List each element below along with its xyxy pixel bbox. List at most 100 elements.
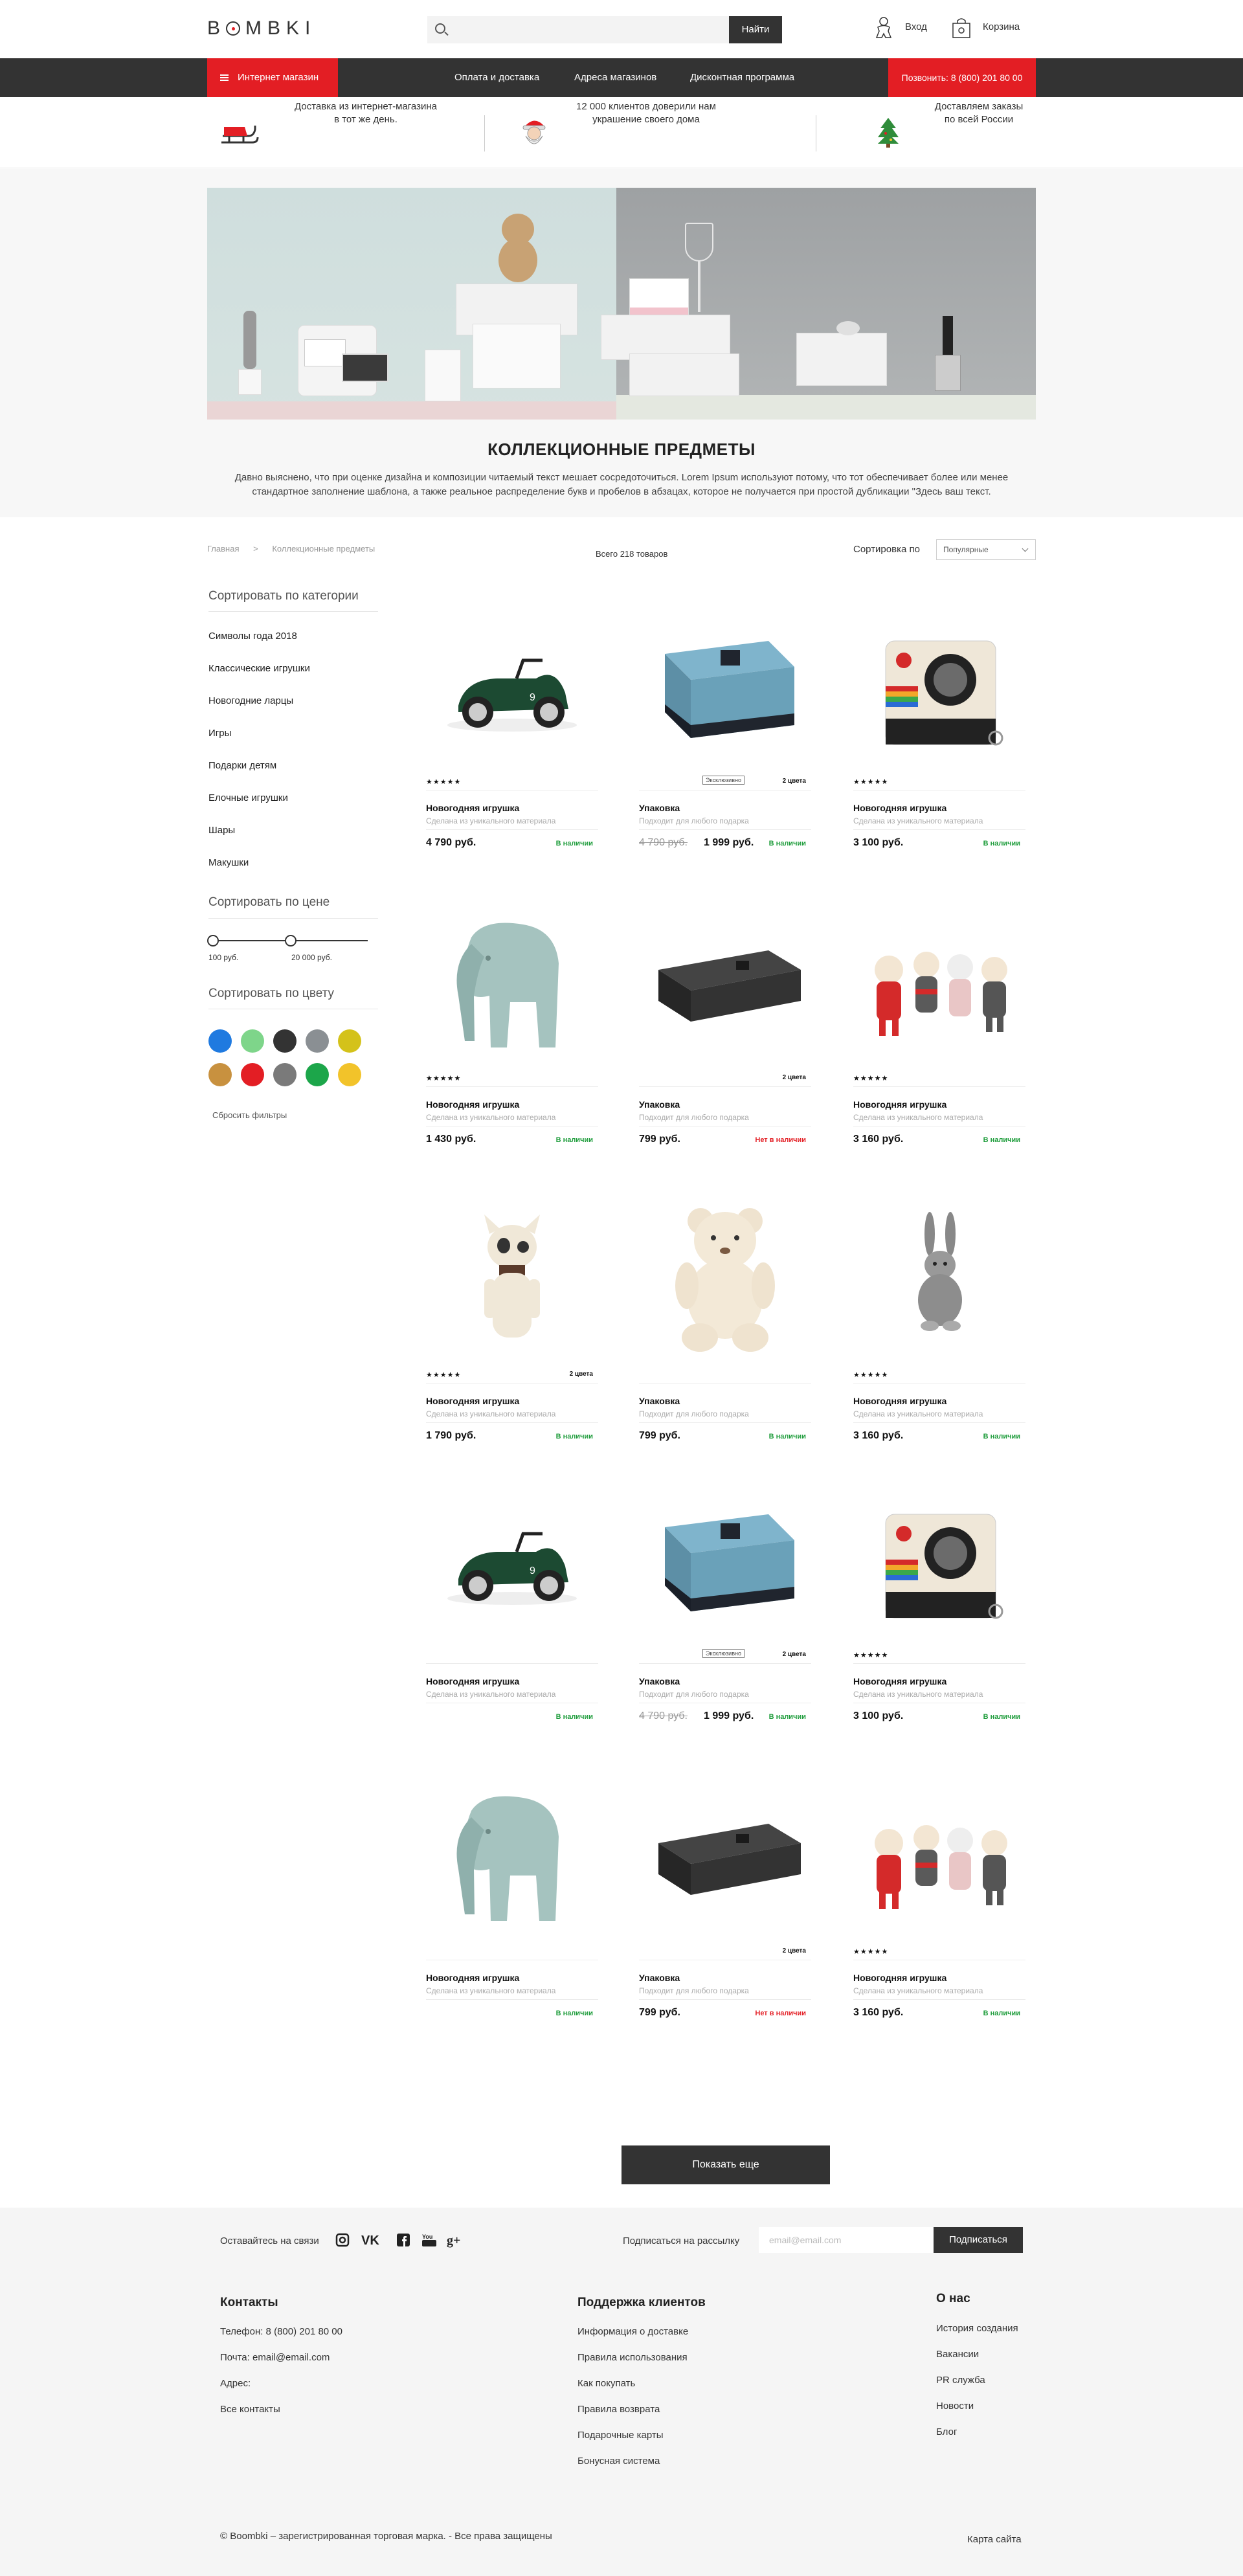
product-image[interactable]	[426, 1189, 598, 1363]
breadcrumb-home[interactable]: Главная	[207, 544, 239, 554]
category-filter-item[interactable]: Игры	[208, 728, 231, 739]
product-name[interactable]: Новогодняя игрушка	[853, 1973, 946, 1983]
logo[interactable]: B MBKI	[207, 17, 316, 39]
product-card[interactable]: 2 цвета Упаковка Подходит для любого подар…	[639, 1753, 811, 2030]
product-name[interactable]: Новогодняя игрушка	[426, 1973, 519, 1983]
footer-contact-email[interactable]: Почта: email@email.com	[220, 2352, 330, 2363]
product-name[interactable]: Новогодняя игрушка	[426, 1396, 519, 1406]
google-plus-icon[interactable]: g+	[447, 2232, 464, 2248]
color-swatch[interactable]	[208, 1063, 232, 1086]
product-name[interactable]: Упаковка	[639, 1676, 680, 1686]
footer-about-link[interactable]: Вакансии	[936, 2349, 979, 2360]
product-card[interactable]: ★★★★★ Новогодняя игрушка Сделана из уникал…	[853, 879, 1025, 1156]
vk-icon[interactable]: VK	[361, 2232, 385, 2248]
product-image[interactable]	[639, 596, 811, 770]
product-name[interactable]: Новогодняя игрушка	[853, 1396, 946, 1406]
footer-support-link[interactable]: Правила возврата	[577, 2404, 660, 2415]
product-name[interactable]: Упаковка	[639, 1396, 680, 1406]
product-card[interactable]: ★★★★★ Новогодняя игрушка Сделана из уникал…	[853, 1176, 1025, 1453]
product-name[interactable]: Новогодняя игрушка	[426, 1676, 519, 1686]
product-name[interactable]: Новогодняя игрушка	[853, 1676, 946, 1686]
cart-link[interactable]: Корзина	[983, 21, 1020, 32]
product-card[interactable]: ★★★★★ Новогодняя игрушка Сделана из уникал…	[853, 583, 1025, 860]
product-image[interactable]	[639, 1469, 811, 1644]
reset-filters-link[interactable]: Сбросить фильтры	[212, 1110, 287, 1120]
nav-link-discount[interactable]: Дисконтная программа	[690, 58, 794, 97]
product-image[interactable]	[853, 1765, 1025, 1940]
category-filter-item[interactable]: Новогодние ларцы	[208, 695, 293, 706]
color-swatch[interactable]	[273, 1029, 297, 1053]
product-card[interactable]: Упаковка Подходит для любого подарка 799 р…	[639, 1176, 811, 1453]
product-card[interactable]: Эксклюзивно 2 цвета Упаковка Подходит для л…	[639, 1456, 811, 1733]
product-card[interactable]: 9 Новогодняя игрушка Сделана из уникальног…	[426, 1456, 598, 1733]
product-image[interactable]	[853, 1189, 1025, 1363]
facebook-icon[interactable]	[396, 2232, 410, 2248]
product-name[interactable]: Упаковка	[639, 803, 680, 813]
footer-support-link[interactable]: Правила использования	[577, 2352, 688, 2363]
product-name[interactable]: Упаковка	[639, 1099, 680, 1110]
login-link[interactable]: Вход	[905, 21, 927, 32]
product-image[interactable]	[426, 892, 598, 1067]
product-image[interactable]: 9	[426, 1469, 598, 1644]
product-name[interactable]: Новогодняя игрушка	[426, 1099, 519, 1110]
footer-contact-phone[interactable]: Телефон: 8 (800) 201 80 00	[220, 2326, 342, 2337]
instagram-icon[interactable]	[335, 2232, 350, 2248]
product-name[interactable]: Упаковка	[639, 1973, 680, 1983]
product-card[interactable]: Новогодняя игрушка Сделана из уникального…	[426, 1753, 598, 2030]
product-image[interactable]	[426, 1765, 598, 1940]
product-image[interactable]	[639, 1189, 811, 1363]
nav-link-payment[interactable]: Оплата и доставка	[454, 58, 539, 97]
color-swatch[interactable]	[338, 1063, 361, 1086]
product-card[interactable]: ★★★★★ 2 цвета Новогодняя игрушка Сделана из…	[426, 1176, 598, 1453]
product-name[interactable]: Новогодняя игрушка	[426, 803, 519, 813]
category-filter-item[interactable]: Символы года 2018	[208, 631, 297, 642]
youtube-icon[interactable]: You	[422, 2232, 436, 2248]
color-swatch[interactable]	[241, 1029, 264, 1053]
subscribe-button[interactable]: Подписаться	[934, 2227, 1023, 2253]
color-swatch[interactable]	[306, 1063, 329, 1086]
price-slider-min-handle[interactable]	[207, 935, 219, 946]
search-button[interactable]: Найти	[729, 16, 782, 43]
product-image[interactable]	[853, 892, 1025, 1067]
subscribe-email-input[interactable]: email@email.com	[759, 2227, 934, 2253]
product-image[interactable]	[853, 596, 1025, 770]
show-more-button[interactable]: Показать еще	[622, 2145, 830, 2184]
product-image[interactable]	[639, 1765, 811, 1940]
footer-support-link[interactable]: Подарочные карты	[577, 2430, 664, 2441]
product-card[interactable]: ★★★★★ Новогодняя игрушка Сделана из уникал…	[853, 1753, 1025, 2030]
color-swatch[interactable]	[338, 1029, 361, 1053]
product-card[interactable]: 9 ★★★★★ Новогодняя игрушка Сделана из уника…	[426, 583, 598, 860]
search-input[interactable]	[453, 16, 712, 43]
category-filter-item[interactable]: Классические игрушки	[208, 663, 310, 674]
price-slider-max-handle[interactable]	[285, 935, 297, 946]
product-image[interactable]	[639, 892, 811, 1067]
product-image[interactable]: 9	[426, 596, 598, 770]
footer-about-link[interactable]: Новости	[936, 2401, 974, 2412]
product-card[interactable]: ★★★★★ Новогодняя игрушка Сделана из уникал…	[426, 879, 598, 1156]
product-card[interactable]: Эксклюзивно 2 цвета Упаковка Подходит для л…	[639, 583, 811, 860]
sort-select[interactable]: Популярные	[936, 539, 1036, 560]
product-name[interactable]: Новогодняя игрушка	[853, 1099, 946, 1110]
footer-all-contacts-link[interactable]: Все контакты	[220, 2404, 280, 2415]
call-phone-button[interactable]: Позвонить: 8 (800) 201 80 00	[888, 58, 1036, 97]
cart-icon[interactable]	[949, 16, 974, 40]
product-card[interactable]: 2 цвета Упаковка Подходит для любого подар…	[639, 879, 811, 1156]
category-filter-item[interactable]: Макушки	[208, 857, 249, 868]
product-image[interactable]	[853, 1469, 1025, 1644]
sitemap-link[interactable]: Карта сайта	[967, 2534, 1022, 2545]
footer-about-link[interactable]: История создания	[936, 2323, 1018, 2334]
nav-link-stores[interactable]: Адреса магазинов	[574, 58, 656, 97]
footer-support-link[interactable]: Как покупать	[577, 2378, 635, 2389]
footer-about-link[interactable]: PR служба	[936, 2375, 985, 2386]
product-card[interactable]: ★★★★★ Новогодняя игрушка Сделана из уникал…	[853, 1456, 1025, 1733]
category-filter-item[interactable]: Шары	[208, 825, 235, 836]
catalog-menu-button[interactable]: Интернет магазин	[207, 58, 338, 97]
category-filter-item[interactable]: Елочные игрушки	[208, 792, 288, 803]
color-swatch[interactable]	[208, 1029, 232, 1053]
color-swatch[interactable]	[306, 1029, 329, 1053]
color-swatch[interactable]	[273, 1063, 297, 1086]
category-filter-item[interactable]: Подарки детям	[208, 760, 276, 771]
footer-about-link[interactable]: Блог	[936, 2426, 957, 2437]
footer-support-link[interactable]: Информация о доставке	[577, 2326, 688, 2337]
product-name[interactable]: Новогодняя игрушка	[853, 803, 946, 813]
